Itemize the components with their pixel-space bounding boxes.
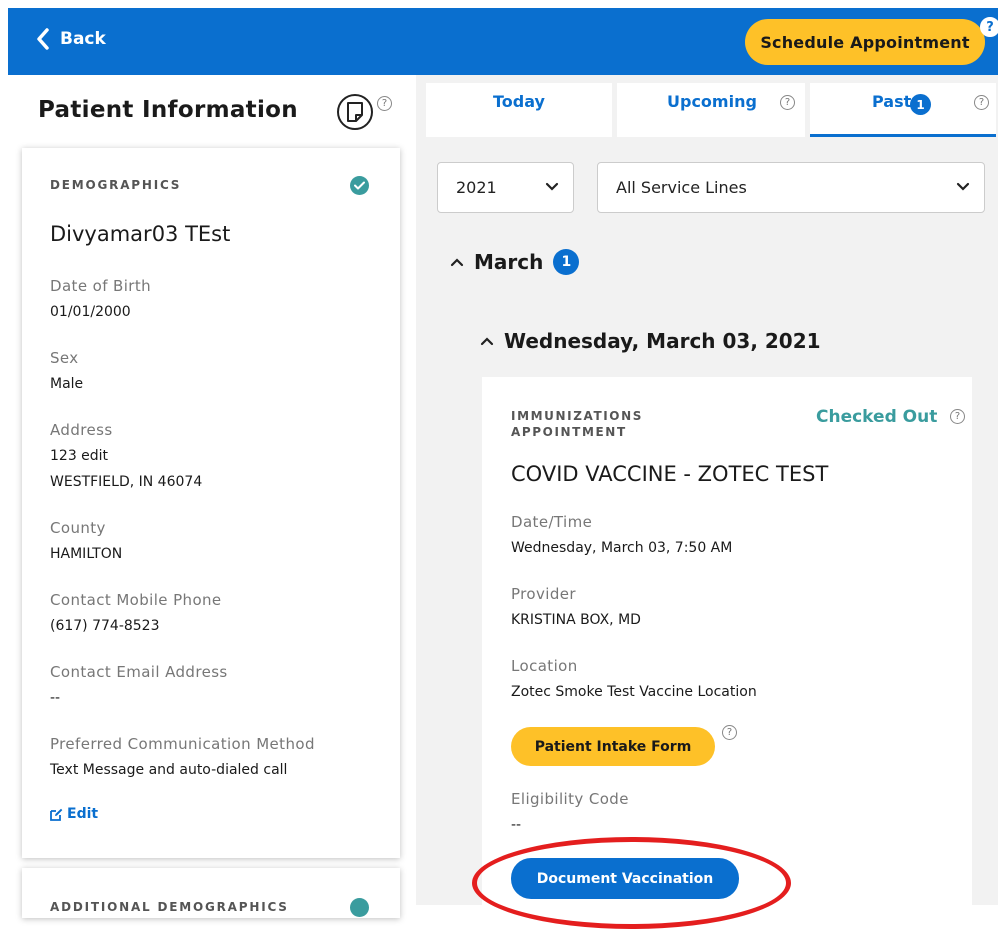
additional-demographics-card[interactable]: ADDITIONAL DEMOGRAPHICS	[22, 868, 400, 918]
year-select-value: 2021	[456, 178, 497, 197]
year-select[interactable]: 2021	[437, 162, 574, 213]
location-value: Zotec Smoke Test Vaccine Location	[511, 684, 757, 700]
help-icon[interactable]: ?	[722, 725, 737, 740]
demographics-card: DEMOGRAPHICS Divyamar03 TEst Date of Bir…	[22, 148, 400, 858]
tab-upcoming[interactable]: Upcoming ?	[617, 83, 805, 137]
month-group-header[interactable]: March 1	[450, 249, 580, 275]
address-line1: 123 edit	[50, 448, 109, 464]
edit-label: Edit	[67, 806, 99, 822]
chevron-up-icon	[450, 258, 464, 267]
chevron-up-icon	[480, 337, 494, 346]
phone-value: (617) 774-8523	[50, 618, 160, 634]
county-value: HAMILTON	[50, 546, 123, 562]
day-label: Wednesday, March 03, 2021	[504, 329, 821, 353]
back-button-label: Back	[60, 29, 106, 49]
appointment-card: IMMUNIZATIONS APPOINTMENT Checked Out ? …	[482, 377, 972, 907]
email-label: Contact Email Address	[50, 663, 228, 681]
status-badge: Checked Out	[816, 407, 938, 427]
sex-value: Male	[50, 376, 84, 392]
day-group-header[interactable]: Wednesday, March 03, 2021	[480, 329, 821, 353]
eligibility-label: Eligibility Code	[511, 790, 629, 808]
comm-method-label: Preferred Communication Method	[50, 735, 315, 753]
help-icon[interactable]: ?	[780, 95, 795, 110]
check-circle-icon	[350, 898, 369, 917]
address-label: Address	[50, 421, 113, 439]
demographics-heading: DEMOGRAPHICS	[50, 178, 182, 192]
help-icon[interactable]: ?	[980, 17, 1000, 37]
dob-label: Date of Birth	[50, 277, 152, 295]
chevron-down-icon	[956, 182, 970, 191]
comm-method-value: Text Message and auto-dialed call	[50, 762, 288, 778]
location-label: Location	[511, 657, 578, 675]
address-line2: WESTFIELD, IN 46074	[50, 474, 203, 490]
document-vaccination-button[interactable]: Document Vaccination	[511, 858, 739, 899]
eligibility-value: --	[511, 817, 522, 833]
provider-value: KRISTINA BOX, MD	[511, 612, 641, 628]
chevron-down-icon	[545, 182, 559, 191]
month-count-badge: 1	[553, 249, 580, 275]
tab-upcoming-label: Upcoming	[667, 92, 757, 111]
datetime-label: Date/Time	[511, 513, 593, 531]
patient-intake-form-button[interactable]: Patient Intake Form	[511, 727, 715, 766]
county-label: County	[50, 519, 106, 537]
tab-past[interactable]: Past 1 ?	[810, 83, 996, 137]
tab-today[interactable]: Today	[426, 83, 612, 137]
patient-name: Divyamar03 TEst	[50, 222, 231, 246]
service-line-select[interactable]: All Service Lines	[597, 162, 985, 213]
help-icon[interactable]: ?	[950, 409, 965, 424]
service-line-select-value: All Service Lines	[616, 178, 747, 197]
additional-demographics-heading: ADDITIONAL DEMOGRAPHICS	[50, 900, 289, 914]
datetime-value: Wednesday, March 03, 7:50 AM	[511, 540, 733, 556]
schedule-appointment-button[interactable]: Schedule Appointment	[745, 19, 985, 65]
note-icon[interactable]	[337, 94, 373, 130]
back-button[interactable]: Back	[36, 28, 106, 50]
page-title: Patient Information	[38, 97, 298, 123]
month-label: March	[474, 250, 544, 274]
email-value: --	[50, 690, 61, 706]
tab-past-label: Past	[872, 92, 912, 111]
provider-label: Provider	[511, 585, 576, 603]
edit-icon	[50, 808, 63, 821]
sex-label: Sex	[50, 349, 79, 367]
tab-today-label: Today	[493, 92, 545, 111]
top-bar: Back Schedule Appointment	[8, 8, 998, 75]
check-circle-icon	[350, 176, 369, 195]
appointment-type: IMMUNIZATIONS APPOINTMENT	[511, 409, 643, 439]
chevron-left-icon	[37, 28, 49, 50]
past-count-badge: 1	[910, 94, 931, 115]
appointment-title: COVID VACCINE - ZOTEC TEST	[511, 462, 829, 486]
dob-value: 01/01/2000	[50, 304, 131, 320]
edit-demographics-link[interactable]: Edit	[50, 806, 98, 822]
help-icon[interactable]: ?	[377, 96, 392, 111]
phone-label: Contact Mobile Phone	[50, 591, 222, 609]
help-icon[interactable]: ?	[974, 95, 989, 110]
